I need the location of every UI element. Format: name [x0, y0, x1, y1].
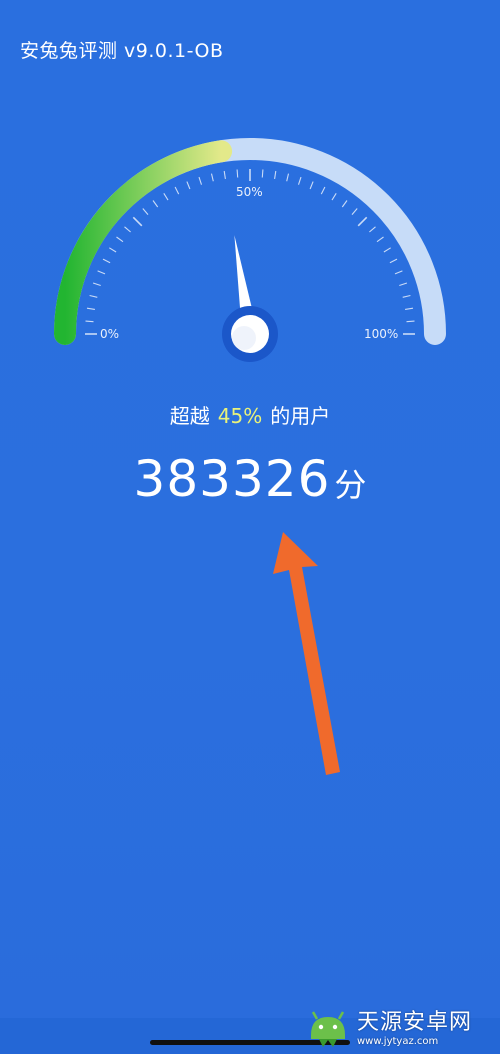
app-screen: 安兔兔评测 v9.0.1-OB 0% 50% 100% 超越 45% 的用户 383…	[0, 0, 500, 1054]
site-watermark: 天源安卓网 www.jytyaz.com	[305, 1007, 495, 1051]
watermark-name: 天源安卓网	[357, 1009, 473, 1035]
watermark-url: www.jytyaz.com	[357, 1035, 439, 1047]
annotation-arrow-icon	[273, 532, 340, 775]
android-logo-icon	[311, 1011, 345, 1047]
